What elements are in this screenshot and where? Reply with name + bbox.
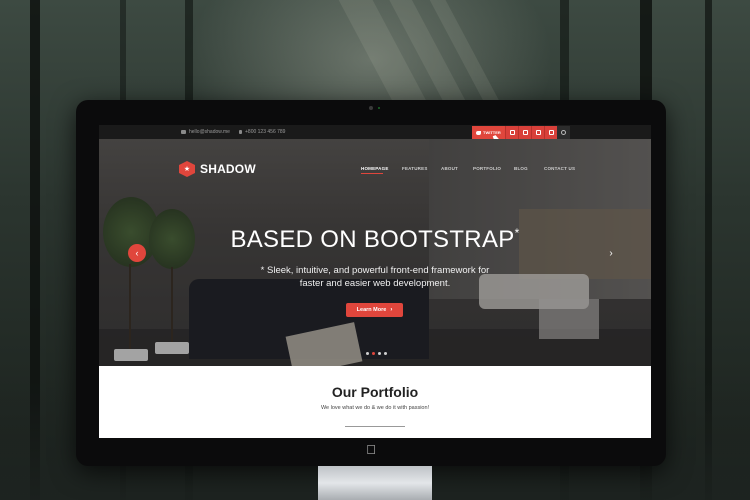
twitter-bird-icon	[476, 130, 481, 135]
main-nav: HOMEPAGE FEATURES ABOUT PORTFOLIO BLOG C…	[99, 166, 651, 176]
nav-item-features[interactable]: FEATURES	[402, 166, 428, 171]
email-text: hello@shadow.me	[189, 129, 230, 135]
hero-subline-2: faster and easier web development.	[299, 278, 451, 289]
slider-pagination	[366, 352, 387, 355]
nav-item-portfolio[interactable]: PORTFOLIO	[473, 166, 501, 171]
portfolio-section: Our Portfolio We love what we do & we do…	[99, 366, 651, 438]
social-icon	[522, 130, 528, 135]
website-screen: hello@shadow.me +800 123 456 789 TWITTER	[99, 125, 651, 438]
social-button-2[interactable]	[518, 126, 531, 139]
webcam	[369, 106, 373, 110]
top-bar: hello@shadow.me +800 123 456 789 TWITTER	[99, 125, 651, 144]
slider-dot[interactable]	[384, 352, 387, 355]
chevron-right-icon: ›	[390, 307, 393, 313]
hero-headline-mark: *	[514, 226, 520, 240]
learn-more-label: Learn More	[356, 307, 387, 313]
nav-active-underline	[361, 173, 383, 174]
email-contact[interactable]: hello@shadow.me	[181, 125, 230, 139]
hero-headline: BASED ON BOOTSTRAP*	[99, 226, 651, 254]
learn-more-button[interactable]: Learn More ›	[346, 303, 403, 317]
portfolio-title: Our Portfolio	[331, 384, 419, 400]
social-icon	[509, 130, 515, 135]
social-icon	[535, 130, 541, 135]
search-button[interactable]	[557, 126, 570, 139]
search-icon	[561, 130, 566, 135]
hero-headline-text: BASED ON BOOTSTRAP	[230, 226, 515, 253]
slider-next-button[interactable]: ›	[605, 247, 617, 259]
phone-text: +800 123 456 789	[245, 129, 286, 135]
apple-logo-icon: 	[365, 443, 377, 457]
webcam-light	[378, 107, 380, 109]
nav-item-contact[interactable]: CONTACT US	[544, 166, 575, 171]
slider-dot[interactable]	[378, 352, 381, 355]
nav-item-blog[interactable]: BLOG	[514, 166, 528, 171]
hero-slider: ★ SHADOW HOMEPAGE FEATURES ABOUT PORTFOL…	[99, 139, 651, 366]
nav-item-homepage[interactable]: HOMEPAGE	[361, 166, 389, 171]
twitter-button[interactable]: TWITTER	[472, 126, 505, 139]
slider-prev-button[interactable]: ‹	[128, 244, 146, 262]
chevron-right-icon: ›	[609, 247, 613, 259]
section-divider	[345, 426, 405, 427]
social-button-3[interactable]	[531, 126, 544, 139]
chevron-left-icon: ‹	[135, 248, 139, 258]
slider-dot[interactable]	[372, 352, 375, 355]
phone-icon	[239, 130, 242, 134]
social-icon	[548, 130, 554, 135]
hero-subline: * Sleek, intuitive, and powerful front-e…	[229, 264, 521, 290]
nav-item-about[interactable]: ABOUT	[441, 166, 458, 171]
social-button-4[interactable]	[544, 126, 557, 139]
social-button-1[interactable]	[505, 126, 518, 139]
phone-contact: +800 123 456 789	[239, 125, 285, 139]
monitor-stand	[318, 466, 432, 500]
slider-dot[interactable]	[366, 352, 369, 355]
portfolio-subtitle: We love what we do & we do it with passi…	[320, 405, 430, 411]
envelope-icon	[181, 130, 186, 134]
hero-subline-1: * Sleek, intuitive, and powerful front-e…	[260, 265, 490, 276]
social-links: TWITTER	[472, 126, 570, 139]
